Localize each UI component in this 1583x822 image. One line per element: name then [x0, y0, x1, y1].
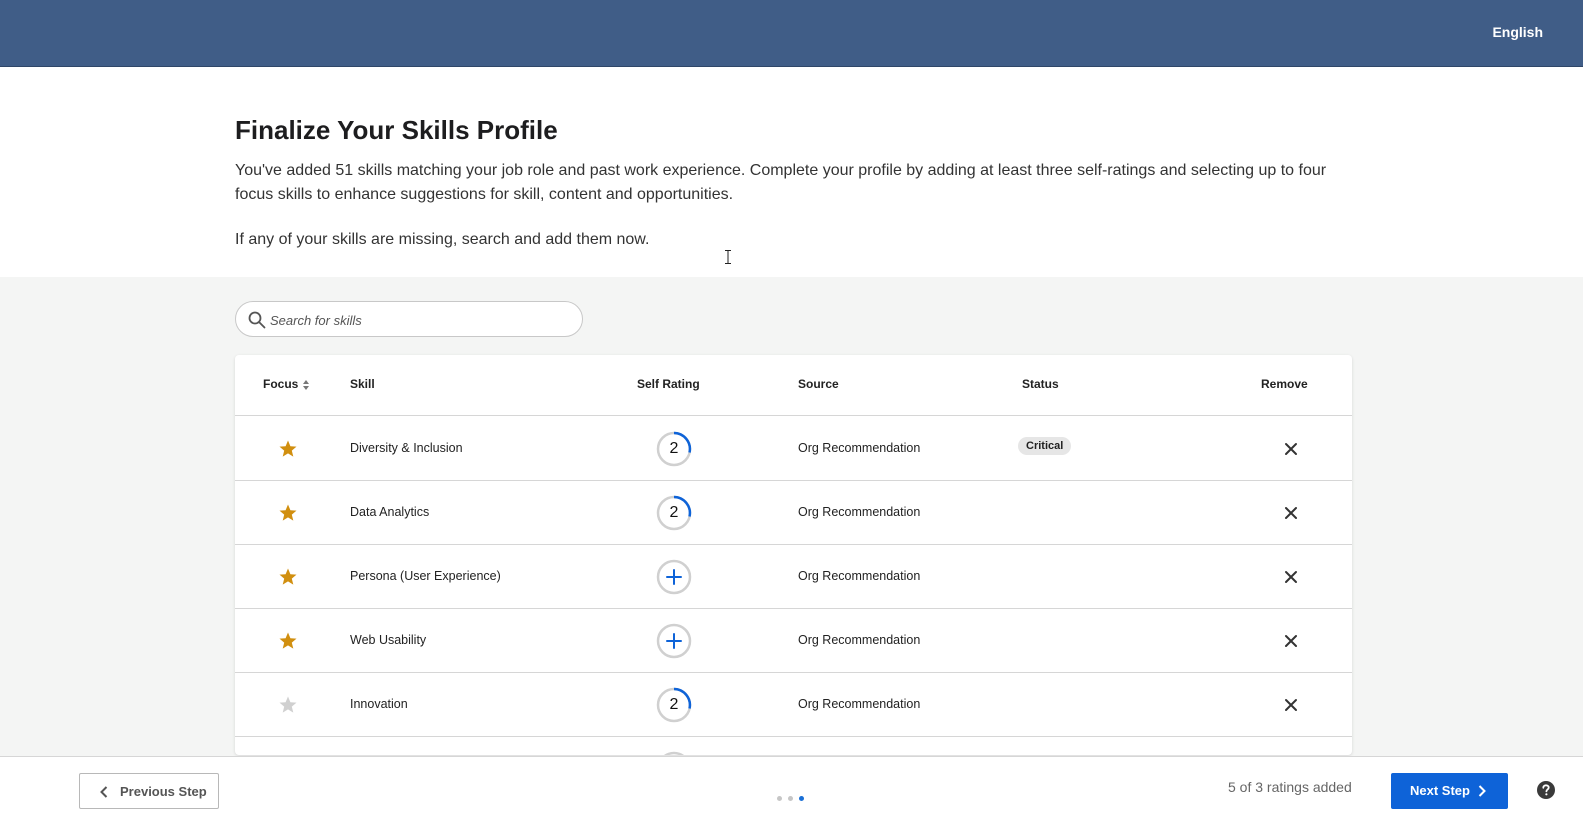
skill-name: Innovation — [350, 697, 408, 711]
remove-icon[interactable] — [1284, 442, 1298, 456]
step-dot — [777, 796, 782, 801]
self-rating-value: 2 — [669, 440, 679, 457]
search-icon — [248, 311, 266, 329]
add-plus-icon — [656, 623, 692, 659]
step-dot — [799, 796, 804, 801]
table-row: Innovation 2 Org Recommendation — [235, 673, 1352, 737]
focus-star-filled-icon[interactable] — [278, 631, 298, 651]
next-step-button[interactable]: Next Step — [1391, 773, 1508, 809]
step-dot — [788, 796, 793, 801]
search-input[interactable] — [270, 309, 570, 331]
focus-star-empty-icon[interactable] — [278, 695, 298, 715]
page-description: You've added 51 skills matching your job… — [235, 162, 1327, 203]
skill-name: Diversity & Inclusion — [350, 441, 463, 455]
column-remove: Remove — [1261, 377, 1308, 391]
column-status: Status — [1022, 377, 1059, 391]
chevron-right-icon — [1478, 785, 1486, 797]
focus-star-filled-icon[interactable] — [278, 503, 298, 523]
intro-section: Finalize Your Skills Profile You've adde… — [0, 67, 1583, 277]
skill-search-box[interactable] — [235, 301, 583, 337]
table-row: Data Analytics 2 Org Recommendation — [235, 481, 1352, 545]
sort-icon[interactable] — [302, 379, 310, 391]
focus-star-filled-icon[interactable] — [278, 439, 298, 459]
remove-icon[interactable] — [1284, 698, 1298, 712]
remove-icon[interactable] — [1284, 506, 1298, 520]
text-cursor-icon — [725, 250, 731, 264]
skill-source: Org Recommendation — [798, 697, 921, 711]
self-rating-button[interactable]: 2 — [656, 431, 692, 467]
chevron-left-icon — [100, 786, 108, 798]
column-self-rating: Self Rating — [637, 377, 700, 391]
top-bar: English — [0, 0, 1583, 67]
skill-source: Org Recommendation — [798, 569, 921, 583]
footer-bar: Previous Step 5 of 3 ratings added Next … — [0, 756, 1583, 822]
column-focus[interactable]: Focus — [263, 377, 310, 391]
skill-source: Org Recommendation — [798, 633, 921, 647]
column-skill: Skill — [350, 377, 375, 391]
previous-step-button[interactable]: Previous Step — [79, 773, 219, 809]
table-row: Persona (User Experience) Org Recommenda… — [235, 545, 1352, 609]
page-title: Finalize Your Skills Profile — [235, 115, 558, 145]
rating-ring-icon — [663, 751, 685, 755]
table-row: Web Usability Org Recommendation — [235, 609, 1352, 673]
remove-icon[interactable] — [1284, 570, 1298, 584]
next-step-label: Next Step — [1410, 783, 1470, 798]
table-header: Focus Skill Self Rating Source Status Re… — [235, 355, 1352, 416]
step-indicator — [777, 788, 810, 806]
table-row: Diversity & Inclusion 2 Org Recommendati… — [235, 417, 1352, 481]
skill-name: Persona (User Experience) — [350, 569, 501, 583]
add-plus-icon — [656, 559, 692, 595]
column-focus-label: Focus — [263, 377, 299, 391]
self-rating-value: 2 — [669, 504, 679, 521]
missing-skills-note: If any of your skills are missing, searc… — [235, 231, 650, 248]
column-source: Source — [798, 377, 839, 391]
skills-table: Focus Skill Self Rating Source Status Re… — [235, 355, 1352, 755]
self-rating-button[interactable]: 2 — [656, 495, 692, 531]
skill-source: Org Recommendation — [798, 441, 921, 455]
add-rating-button[interactable] — [656, 623, 692, 659]
focus-star-filled-icon[interactable] — [278, 567, 298, 587]
skill-name: Web Usability — [350, 633, 427, 647]
add-rating-button[interactable] — [656, 559, 692, 595]
status-badge: Critical — [1018, 437, 1072, 455]
skill-source: Org Recommendation — [798, 505, 921, 519]
self-rating-value: 2 — [669, 696, 679, 713]
table-row-partial — [235, 737, 1352, 755]
previous-step-label: Previous Step — [120, 784, 207, 799]
ratings-status: 5 of 3 ratings added — [1228, 779, 1352, 795]
self-rating-button[interactable]: 2 — [656, 687, 692, 723]
help-icon[interactable] — [1537, 781, 1555, 799]
remove-icon[interactable] — [1284, 634, 1298, 648]
language-selector[interactable]: English — [1492, 24, 1543, 40]
skill-name: Data Analytics — [350, 505, 430, 519]
